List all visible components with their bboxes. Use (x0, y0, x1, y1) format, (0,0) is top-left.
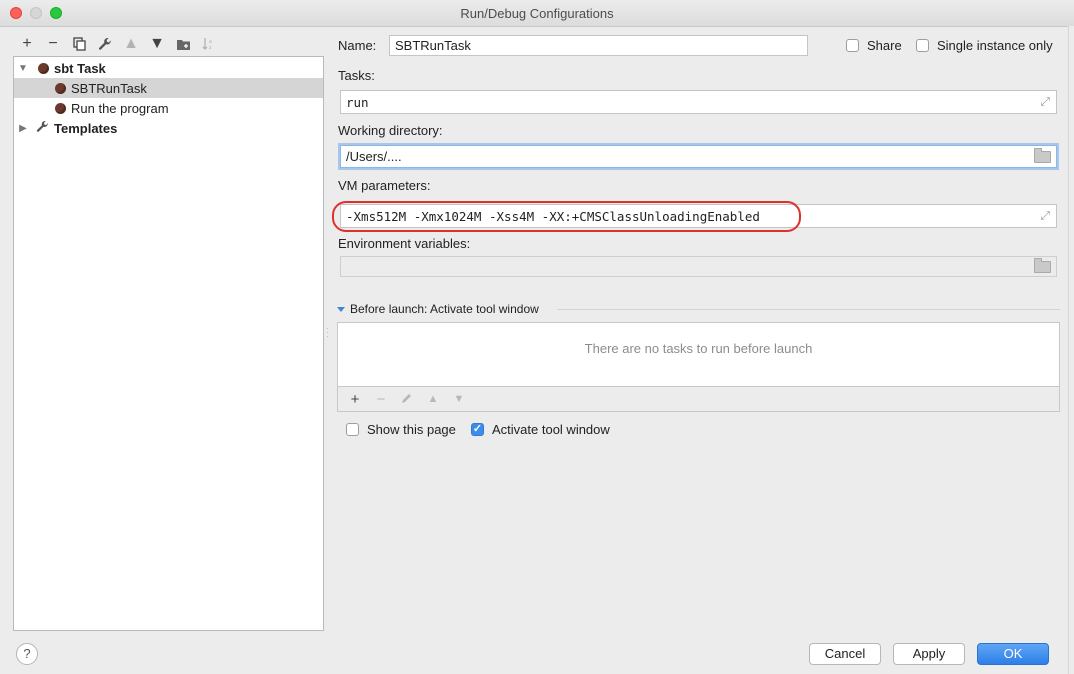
move-up-icon[interactable]: ▲ (118, 33, 144, 55)
caret-right-icon[interactable]: ▶ (16, 123, 30, 134)
title-bar: Run/Debug Configurations (0, 0, 1074, 27)
run-debug-configurations-dialog: Run/Debug Configurations + − ▲ ▼ az ▼ sb… (0, 0, 1074, 674)
tasks-input-value: run (346, 94, 369, 110)
wrench-icon[interactable] (92, 33, 118, 55)
tree-item-label: Run the program (71, 100, 169, 116)
new-folder-icon[interactable] (170, 33, 196, 55)
tree-group-templates[interactable]: ▶ Templates (14, 118, 323, 138)
wrench-icon (36, 120, 49, 136)
window-edge (1068, 26, 1074, 674)
window-title: Run/Debug Configurations (460, 6, 614, 21)
expand-icon[interactable]: ⤢ (1040, 209, 1050, 224)
tasks-input[interactable]: run ⤢ (340, 90, 1057, 114)
working-directory-value: /Users/.... (346, 149, 402, 164)
add-task-icon[interactable]: + (342, 391, 368, 408)
svg-text:z: z (209, 45, 212, 51)
share-checkbox[interactable] (846, 39, 859, 52)
divider (557, 309, 1060, 310)
copy-icon[interactable] (66, 33, 92, 55)
move-task-up-icon[interactable]: ▲ (420, 393, 446, 405)
before-launch-toolbar: + − ▲ ▼ (337, 387, 1060, 412)
name-input[interactable]: SBTRunTask (389, 35, 808, 56)
folder-icon[interactable] (1034, 257, 1051, 273)
vm-parameters-value: -Xms512M -Xmx1024M -Xss4M -XX:+CMSClassU… (346, 208, 760, 224)
name-input-value: SBTRunTask (395, 38, 471, 53)
activate-tool-window-checkbox[interactable]: ✓ (471, 423, 484, 436)
caret-down-icon[interactable]: ▼ (16, 63, 30, 74)
name-label: Name: (338, 38, 377, 53)
single-instance-checkbox[interactable] (916, 39, 929, 52)
cancel-button[interactable]: Cancel (809, 643, 881, 665)
environment-variables-input[interactable] (340, 256, 1057, 277)
working-directory-input[interactable]: /Users/.... (340, 145, 1057, 168)
apply-button[interactable]: Apply (893, 643, 965, 665)
vm-parameters-input[interactable]: -Xms512M -Xmx1024M -Xss4M -XX:+CMSClassU… (340, 204, 1057, 228)
before-launch-title: Before launch: Activate tool window (350, 302, 539, 316)
tree-group-label: Templates (54, 120, 118, 136)
share-label: Share (867, 38, 902, 53)
remove-icon[interactable]: − (40, 33, 66, 55)
ok-button[interactable]: OK (977, 643, 1049, 665)
vm-parameters-label: VM parameters: (338, 178, 431, 193)
collapse-triangle-icon[interactable] (337, 306, 345, 312)
show-this-page-checkbox[interactable] (346, 423, 359, 436)
configurations-tree[interactable]: ▼ sbt Task SBTRunTask Run the program ▶ … (13, 56, 324, 631)
tree-item-run-the-program[interactable]: Run the program (14, 98, 323, 118)
help-button[interactable]: ? (16, 643, 38, 665)
splitter-handle[interactable]: · · · (326, 325, 329, 341)
show-this-page-label: Show this page (367, 422, 456, 437)
before-launch-task-list[interactable]: There are no tasks to run before launch (337, 322, 1060, 387)
move-down-icon[interactable]: ▼ (144, 33, 170, 55)
before-launch-empty-text: There are no tasks to run before launch (584, 341, 813, 356)
remove-task-icon[interactable]: − (368, 391, 394, 408)
tasks-label: Tasks: (338, 68, 375, 83)
sbt-icon (55, 102, 66, 114)
sbt-icon (55, 82, 66, 94)
expand-icon[interactable]: ⤢ (1040, 95, 1050, 110)
before-launch-header[interactable]: Before launch: Activate tool window (337, 302, 539, 316)
folder-icon[interactable] (1034, 147, 1051, 163)
single-instance-label: Single instance only (937, 38, 1053, 53)
tree-group-sbt-task[interactable]: ▼ sbt Task (14, 58, 323, 78)
tree-group-label: sbt Task (54, 60, 106, 76)
configurations-toolbar: + − ▲ ▼ az (14, 32, 222, 56)
edit-task-icon[interactable] (394, 391, 420, 408)
environment-variables-label: Environment variables: (338, 236, 471, 251)
tree-item-sbtruntask[interactable]: SBTRunTask (14, 78, 323, 98)
move-task-down-icon[interactable]: ▼ (446, 393, 472, 405)
add-icon[interactable]: + (14, 33, 40, 55)
working-directory-label: Working directory: (338, 123, 443, 138)
sort-icon[interactable]: az (196, 33, 222, 55)
activate-tool-window-label: Activate tool window (492, 422, 610, 437)
tree-item-label: SBTRunTask (71, 80, 147, 96)
sbt-icon (38, 62, 49, 74)
